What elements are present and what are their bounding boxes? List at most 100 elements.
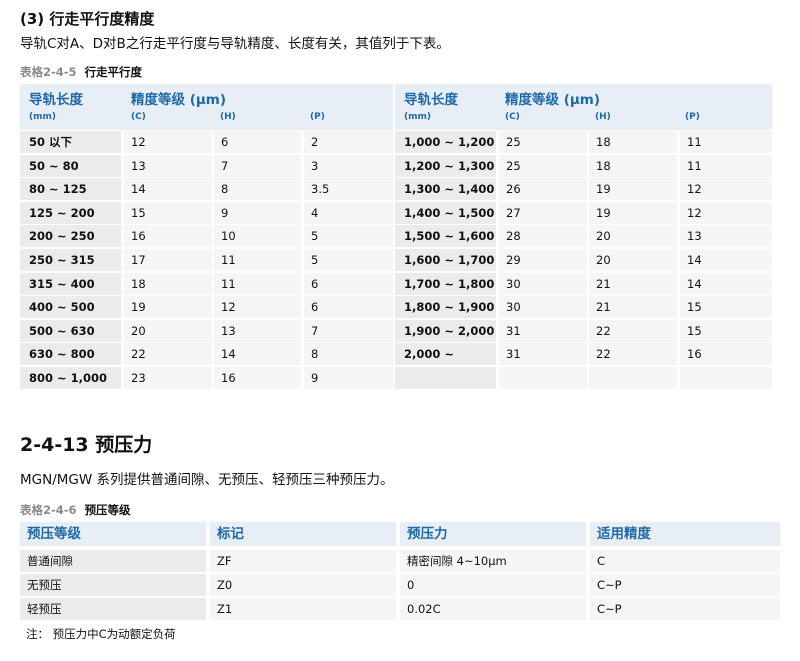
table-cell: 13	[124, 154, 212, 177]
table-cell: 30	[499, 296, 587, 319]
table-cell: 1,800 ~ 1,900	[395, 296, 496, 319]
parallelism-table: 导轨长度 精度等级 (μm) (mm) (C) (H) (P) 导轨长度 精度等…	[20, 84, 772, 389]
table-cell: 22	[589, 319, 677, 342]
table-cell: 26	[499, 178, 587, 201]
table-cell: 80 ~ 125	[20, 178, 121, 201]
header-grade-p: (P)	[310, 112, 325, 122]
table-number: 表格2-4-5	[20, 65, 77, 79]
header-rail-length: 导轨长度	[404, 92, 458, 108]
table-cell: 16	[680, 343, 772, 366]
table-cell: 8	[214, 178, 301, 201]
table-cell: 2	[304, 131, 393, 153]
table-cell: 800 ~ 1,000	[20, 367, 121, 389]
table-cell: 18	[589, 131, 677, 153]
table-cell: 12	[214, 296, 301, 319]
table-cell: 12	[124, 131, 212, 153]
table-cell: 9	[214, 201, 301, 224]
table-cell: 12	[680, 178, 772, 201]
table-cell: 14	[680, 249, 772, 271]
table-cell: 12	[680, 201, 772, 224]
table-cell: 30	[499, 272, 587, 295]
table-cell: 9	[304, 367, 393, 389]
table-cell: 2,000 ~	[395, 343, 496, 366]
table-cell: 23	[124, 367, 212, 389]
table-header-cell: 预压力	[400, 522, 586, 546]
table-cell: 11	[680, 154, 772, 177]
table-caption: 表格2-4-6 预压等级	[20, 502, 131, 518]
table-cell: 10	[214, 225, 301, 248]
table-cell: 普通间隙	[20, 550, 206, 572]
table-cell: 0	[400, 574, 586, 596]
table-cell: 22	[589, 343, 677, 366]
table-title: 行走平行度	[84, 65, 143, 79]
table-cell: 25	[499, 154, 587, 177]
table-cell: 19	[589, 201, 677, 224]
table-cell: 5	[304, 225, 393, 248]
table-cell: ZF	[210, 550, 396, 572]
table-cell: 15	[680, 296, 772, 319]
table-cell: 18	[124, 272, 212, 295]
table-cell: 630 ~ 800	[20, 343, 121, 366]
table-header-cell: 预压等级	[20, 522, 206, 546]
header-length-unit: (mm)	[29, 112, 56, 122]
table-cell: 15	[124, 201, 212, 224]
table-cell: C	[590, 550, 780, 572]
table-cell: 6	[304, 272, 393, 295]
table-cell	[395, 367, 496, 389]
table-cell: 20	[589, 249, 677, 271]
header-rail-length: 导轨长度	[29, 92, 83, 108]
table-cell: 11	[214, 249, 301, 271]
table-cell: Z1	[210, 598, 396, 620]
table-cell: 4	[304, 201, 393, 224]
table-caption: 表格2-4-5 行走平行度	[20, 64, 142, 80]
table-cell: 1,000 ~ 1,200	[395, 131, 496, 153]
table-cell: 1,200 ~ 1,300	[395, 154, 496, 177]
section-heading: (3) 行走平行度精度	[20, 10, 155, 28]
table-cell: 19	[589, 178, 677, 201]
table-cell: 29	[499, 249, 587, 271]
header-grade-c: (C)	[505, 112, 520, 122]
table-cell: 250 ~ 315	[20, 249, 121, 271]
table-cell: 125 ~ 200	[20, 201, 121, 224]
table-cell: 14	[680, 272, 772, 295]
preload-table: 预压等级 标记 预压力 适用精度 普通间隙 ZF 精密间隙 4~10μm C 无预压 Z0…	[20, 522, 780, 622]
table-cell: 3.5	[304, 178, 393, 201]
table-cell: 7	[304, 319, 393, 342]
table-cell: 1,700 ~ 1,800	[395, 272, 496, 295]
table-cell: 6	[214, 131, 301, 153]
table-cell: 1,600 ~ 1,700	[395, 249, 496, 271]
table-number: 表格2-4-6	[20, 503, 77, 517]
header-grade-h: (H)	[595, 112, 611, 122]
table-title: 预压等级	[84, 503, 131, 517]
table-cell: 19	[124, 296, 212, 319]
table-cell: 16	[124, 225, 212, 248]
header-length-unit: (mm)	[404, 112, 431, 122]
table-cell	[680, 367, 772, 389]
table-cell: 11	[680, 131, 772, 153]
table-cell: 3	[304, 154, 393, 177]
table-cell: 5	[304, 249, 393, 271]
table-cell: C~P	[590, 574, 780, 596]
table-cell: 25	[499, 131, 587, 153]
table-cell: 7	[214, 154, 301, 177]
table-header-cell: 标记	[210, 522, 396, 546]
table-cell: 400 ~ 500	[20, 296, 121, 319]
table-cell: 13	[214, 319, 301, 342]
table-cell: 1,500 ~ 1,600	[395, 225, 496, 248]
table-cell	[499, 367, 587, 389]
table-cell	[589, 367, 677, 389]
header-accuracy-grade: 精度等级 (μm)	[505, 92, 601, 108]
header-accuracy-grade: 精度等级 (μm)	[131, 92, 227, 108]
table-cell: 8	[304, 343, 393, 366]
table-cell: C~P	[590, 598, 780, 620]
table-cell: Z0	[210, 574, 396, 596]
table-note: 注： 预压力中C为动额定负荷	[26, 627, 176, 641]
table-cell: 14	[214, 343, 301, 366]
table-cell: 无预压	[20, 574, 206, 596]
section-heading: 2-4-13 预压力	[20, 434, 153, 456]
table-cell: 精密间隙 4~10μm	[400, 550, 586, 572]
table-cell: 28	[499, 225, 587, 248]
table-cell: 50 ~ 80	[20, 154, 121, 177]
table-header-cell: 适用精度	[590, 522, 780, 546]
table-cell: 27	[499, 201, 587, 224]
